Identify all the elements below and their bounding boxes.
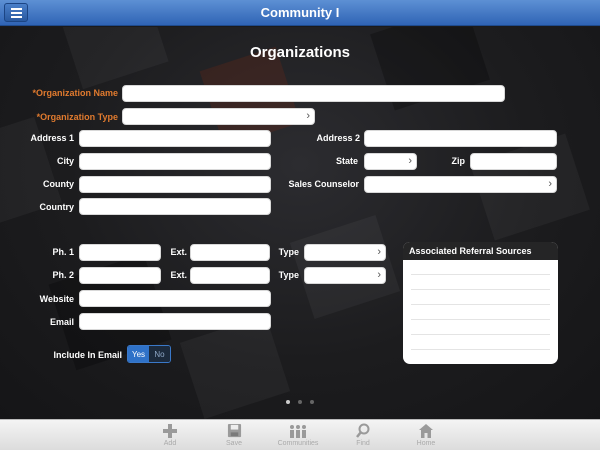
phone-2-ext-label: Ext. xyxy=(170,270,187,280)
referral-sources-title: Associated Referral Sources xyxy=(403,242,558,260)
tab-save[interactable]: Save xyxy=(207,422,261,447)
page-dot[interactable] xyxy=(285,400,290,404)
state-select[interactable] xyxy=(364,153,417,170)
address-2-field[interactable] xyxy=(364,130,557,147)
tab-label: Save xyxy=(226,440,242,447)
organization-type-label: *Organization Type xyxy=(36,112,118,122)
organization-type-select[interactable] xyxy=(122,108,315,125)
form-area: Organizations *Organization Name *Organi… xyxy=(0,27,600,419)
phone-1-ext-field[interactable] xyxy=(190,244,270,261)
tab-communities[interactable]: Communities xyxy=(271,422,325,447)
list-row xyxy=(411,320,550,335)
sales-counselor-select[interactable] xyxy=(364,176,557,193)
email-label: Email xyxy=(49,317,74,327)
city-field[interactable] xyxy=(79,153,271,170)
organization-name-label: *Organization Name xyxy=(32,88,118,98)
website-label: Website xyxy=(39,294,74,304)
phone-1-field[interactable] xyxy=(79,244,161,261)
country-field[interactable] xyxy=(79,198,271,215)
phone-1-label: Ph. 1 xyxy=(52,247,74,257)
list-row xyxy=(411,260,550,275)
phone-2-field[interactable] xyxy=(79,267,161,284)
tab-label: Communities xyxy=(277,440,319,447)
page-indicator[interactable] xyxy=(0,391,600,409)
zip-field[interactable] xyxy=(470,153,557,170)
tab-label: Home xyxy=(416,440,436,447)
page-dot[interactable] xyxy=(310,400,315,404)
address-2-label: Address 2 xyxy=(316,133,360,143)
tab-find[interactable]: Find xyxy=(336,422,390,447)
sales-counselor-label: Sales Counselor xyxy=(288,179,359,189)
phone-2-type-select[interactable] xyxy=(304,267,386,284)
tab-label: Find xyxy=(356,440,370,447)
country-label: Country xyxy=(39,202,75,212)
tab-add[interactable]: Add xyxy=(143,422,197,447)
associated-referral-sources-list[interactable]: Associated Referral Sources xyxy=(403,242,558,364)
include-in-email-label: Include In Email xyxy=(53,350,122,360)
list-row xyxy=(411,275,550,290)
phone-2-label: Ph. 2 xyxy=(52,270,74,280)
plus-icon xyxy=(143,422,197,439)
floppy-disk-icon xyxy=(207,422,261,439)
app-title: Community I xyxy=(260,5,340,20)
toggle-no[interactable]: No xyxy=(149,346,170,362)
address-1-label: Address 1 xyxy=(30,133,74,143)
house-icon xyxy=(399,422,453,439)
county-label: County xyxy=(43,179,74,189)
people-icon xyxy=(271,422,325,439)
list-row xyxy=(411,305,550,320)
phone-1-type-label: Type xyxy=(278,247,299,257)
navigation-bar: Community I xyxy=(0,0,600,26)
toggle-yes[interactable]: Yes xyxy=(128,346,149,362)
county-field[interactable] xyxy=(79,176,271,193)
include-in-email-toggle[interactable]: Yes No xyxy=(127,345,171,363)
organization-name-field[interactable] xyxy=(122,85,505,102)
phone-1-type-select[interactable] xyxy=(304,244,386,261)
phone-1-ext-label: Ext. xyxy=(170,247,187,257)
zip-label: Zip xyxy=(451,156,466,166)
list-row xyxy=(411,290,550,305)
tab-home[interactable]: Home xyxy=(399,422,453,447)
phone-2-ext-field[interactable] xyxy=(190,267,270,284)
city-label: City xyxy=(56,156,74,166)
tab-label: Add xyxy=(163,440,177,447)
list-row xyxy=(411,335,550,350)
page-title: Organizations xyxy=(249,44,350,61)
website-field[interactable] xyxy=(79,290,271,307)
email-field[interactable] xyxy=(79,313,271,330)
magnifier-icon xyxy=(336,422,390,439)
tab-bar: Add Save Communities Find Home xyxy=(0,419,600,450)
phone-2-type-label: Type xyxy=(278,270,299,280)
address-1-field[interactable] xyxy=(79,130,271,147)
state-label: State xyxy=(335,156,358,166)
page-dot[interactable] xyxy=(298,400,302,404)
